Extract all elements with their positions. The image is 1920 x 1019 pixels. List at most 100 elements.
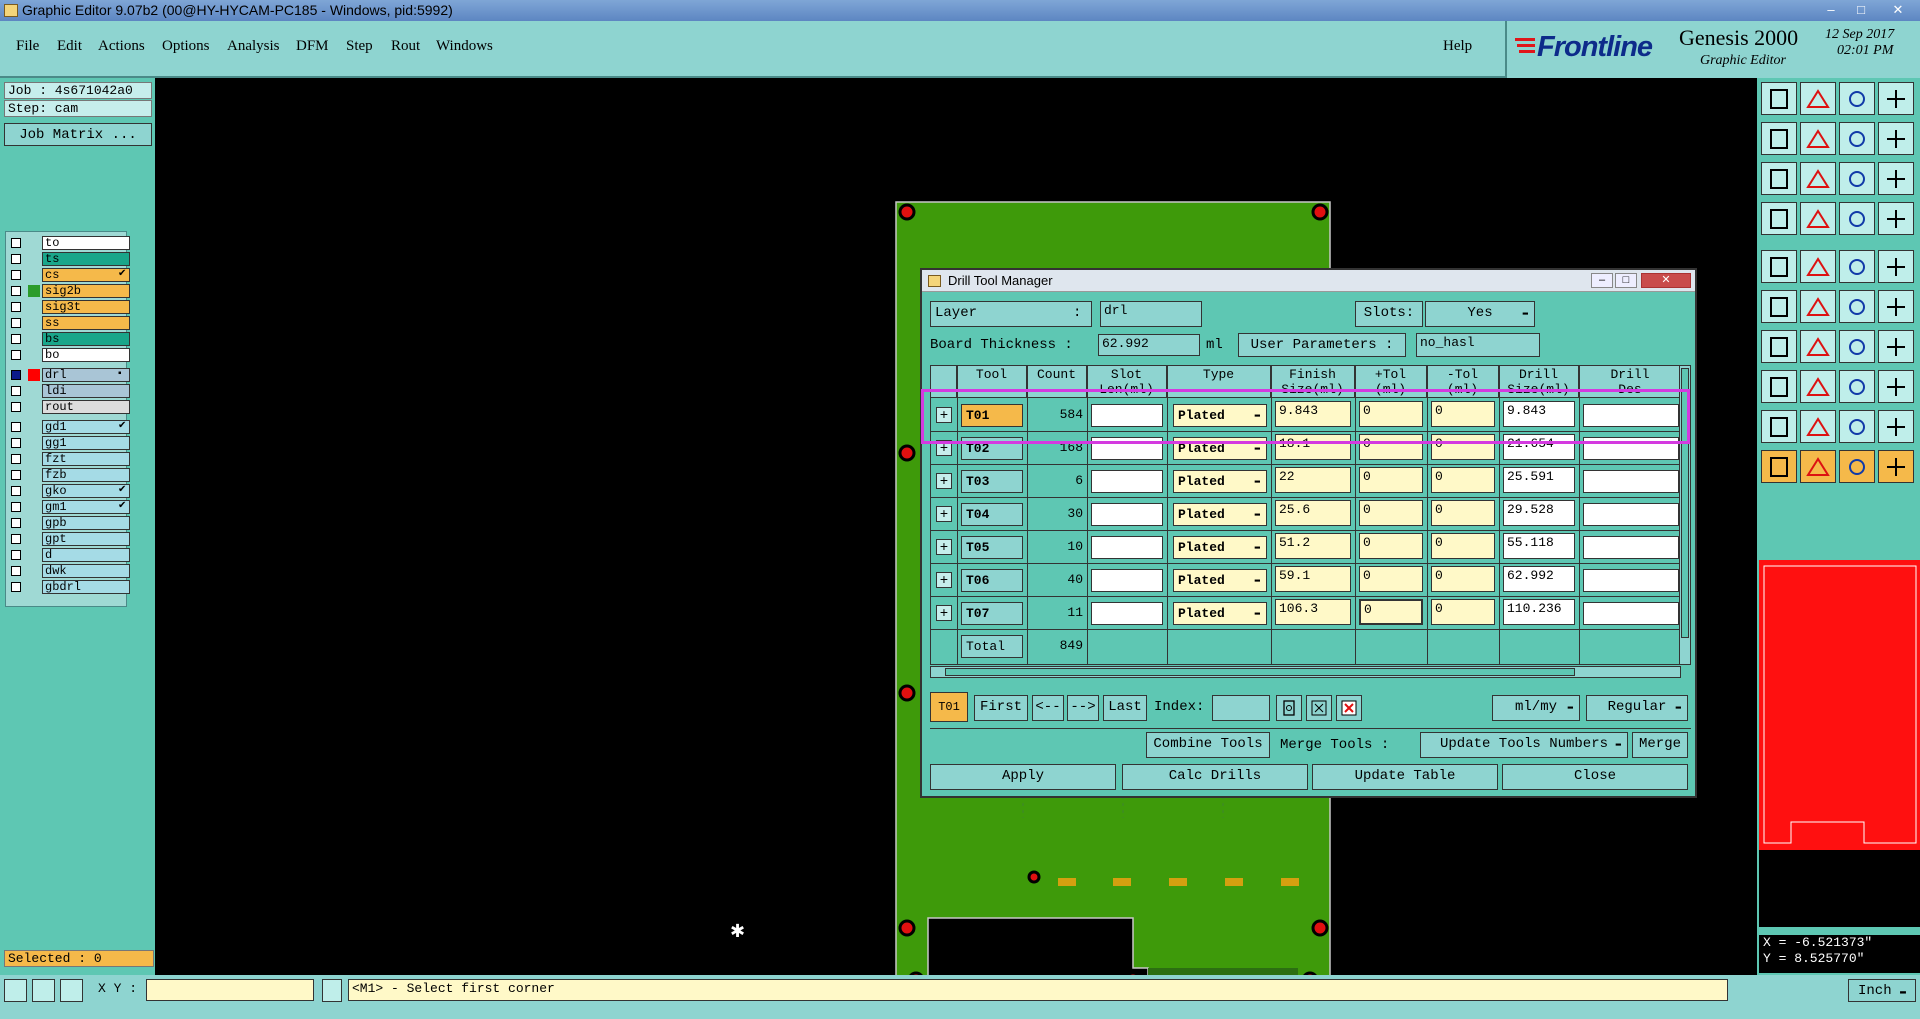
layer-row-gg1[interactable]: gg1 [8, 436, 130, 450]
apply-button[interactable]: Apply [930, 764, 1116, 790]
calc-drills-button[interactable]: Calc Drills [1122, 764, 1308, 790]
layer-checkbox[interactable] [11, 286, 21, 296]
home-icon[interactable] [1839, 82, 1875, 115]
layer-row-gko[interactable]: gko ✔ [8, 484, 130, 498]
drill-des-input[interactable] [1583, 503, 1679, 526]
net-icon[interactable] [1839, 202, 1875, 235]
combine-tools-button[interactable]: Combine Tools [1146, 732, 1270, 758]
line-add-icon[interactable] [1800, 370, 1836, 403]
add-point-icon[interactable] [1839, 290, 1875, 323]
menu-actions[interactable]: Actions [98, 38, 145, 55]
plus-tolerance-input[interactable]: 0 [1359, 599, 1423, 625]
open-icon[interactable] [1761, 82, 1797, 115]
finish-size-input[interactable]: 22 [1275, 467, 1351, 493]
layer-name[interactable]: fzb [42, 468, 130, 482]
layer-checkbox[interactable] [11, 270, 21, 280]
user-parameters-input[interactable]: no_hasl [1416, 333, 1540, 357]
dialog-close-button[interactable]: ✕ [1641, 273, 1691, 288]
net-select-icon[interactable] [1878, 202, 1914, 235]
component-icon[interactable] [1878, 370, 1914, 403]
triangle-icon[interactable] [1761, 410, 1797, 443]
tool-name[interactable]: T04 [961, 503, 1023, 526]
units-dropdown[interactable]: ml/my ▬ [1492, 695, 1580, 721]
layer-name[interactable]: bo [42, 348, 130, 362]
finish-size-input[interactable]: 25.6 [1275, 500, 1351, 526]
tool-name[interactable]: T07 [961, 602, 1023, 625]
layer-row-rout[interactable]: rout [8, 400, 130, 414]
expand-icon[interactable]: + [936, 539, 952, 555]
update-table-button[interactable]: Update Table [1312, 764, 1498, 790]
delete-point-icon[interactable] [1878, 290, 1914, 323]
finish-size-input[interactable]: 51.2 [1275, 533, 1351, 559]
layer-checkbox[interactable] [11, 370, 21, 380]
layer-checkbox[interactable] [11, 550, 21, 560]
menu-windows[interactable]: Windows [436, 38, 493, 55]
route-icon[interactable] [1878, 122, 1914, 155]
layer-name[interactable]: ts [42, 252, 130, 266]
slot-length-input[interactable] [1091, 503, 1163, 526]
layer-name[interactable]: gbdrl [42, 580, 130, 594]
slant-line-icon[interactable] [1800, 330, 1836, 363]
layer-row-fzb[interactable]: fzb [8, 468, 130, 482]
merge-option-dropdown[interactable]: Update Tools Numbers ▬ [1420, 732, 1628, 758]
job-matrix-button[interactable]: Job Matrix ... [4, 123, 152, 146]
save-icon[interactable] [1800, 82, 1836, 115]
units-selector[interactable]: Inch ▬ [1848, 979, 1916, 1002]
snap-icon[interactable] [1761, 202, 1797, 235]
menu-dfm[interactable]: DFM [296, 38, 329, 55]
outline-icon[interactable] [1878, 410, 1914, 443]
minus-tolerance-input[interactable]: 0 [1431, 467, 1495, 493]
expand-icon[interactable]: + [936, 605, 952, 621]
plus-tolerance-input[interactable]: 0 [1359, 566, 1423, 592]
mirror-icon[interactable] [1839, 122, 1875, 155]
move-icon[interactable] [1761, 122, 1797, 155]
menu-edit[interactable]: Edit [57, 38, 82, 55]
layer-checkbox[interactable] [11, 422, 21, 432]
layer-row-bo[interactable]: bo [8, 348, 130, 362]
type-dropdown[interactable]: Plated ▬ [1173, 569, 1267, 592]
layer-name[interactable]: dwk [42, 564, 130, 578]
layer-name[interactable]: bs [42, 332, 130, 346]
xy-input[interactable] [146, 979, 314, 1001]
drill-des-input[interactable] [1583, 470, 1679, 493]
board-thickness-input[interactable]: 62.992 [1098, 334, 1200, 356]
layer-checkbox[interactable] [11, 402, 21, 412]
layer-checkbox[interactable] [11, 386, 21, 396]
mode-dropdown[interactable]: Regular ▬ [1586, 695, 1688, 721]
measure-icon[interactable] [32, 979, 55, 1002]
layer-checkbox[interactable] [11, 582, 21, 592]
slot-length-input[interactable] [1091, 602, 1163, 625]
layer-name[interactable]: ss [42, 316, 130, 330]
prev-button[interactable]: <-- [1032, 695, 1064, 721]
slot-length-input[interactable] [1091, 569, 1163, 592]
minus-tolerance-input[interactable]: 0 [1431, 599, 1495, 625]
minus-tolerance-input[interactable]: 0 [1431, 500, 1495, 526]
layer-checkbox[interactable] [11, 254, 21, 264]
layer-name[interactable]: sig2b [42, 284, 130, 298]
layer-row-gd1[interactable]: gd1 ✔ [8, 420, 130, 434]
polygon-icon[interactable] [1800, 410, 1836, 443]
layer-row-ts[interactable]: ts [8, 252, 130, 266]
pointer-route-icon[interactable] [1878, 450, 1914, 483]
layers-icon[interactable] [1878, 82, 1914, 115]
layer-checkbox[interactable] [11, 238, 21, 248]
close-button[interactable]: Close [1502, 764, 1688, 790]
drill-size-input[interactable]: 25.591 [1503, 467, 1575, 493]
menu-step[interactable]: Step [346, 38, 373, 55]
pointer-select-icon[interactable] [1800, 450, 1836, 483]
cross-node-icon[interactable] [1800, 290, 1836, 323]
pointer-icon[interactable] [1761, 450, 1797, 483]
table-row[interactable]: + T03 6 Plated ▬ 22 0 0 25.591 [931, 465, 1680, 498]
finish-size-input[interactable]: 59.1 [1275, 566, 1351, 592]
pad-add-icon[interactable] [1761, 370, 1797, 403]
slot-length-input[interactable] [1091, 536, 1163, 559]
layer-row-dwk[interactable]: dwk [8, 564, 130, 578]
drill-size-input[interactable]: 29.528 [1503, 500, 1575, 526]
ratio-icon[interactable] [1839, 162, 1875, 195]
layer-checkbox[interactable] [11, 518, 21, 528]
menu-analysis[interactable]: Analysis [227, 38, 280, 55]
copy-icon[interactable] [1800, 122, 1836, 155]
layer-checkbox[interactable] [11, 454, 21, 464]
layer-checkbox[interactable] [11, 502, 21, 512]
zoom-icon[interactable] [4, 979, 27, 1002]
